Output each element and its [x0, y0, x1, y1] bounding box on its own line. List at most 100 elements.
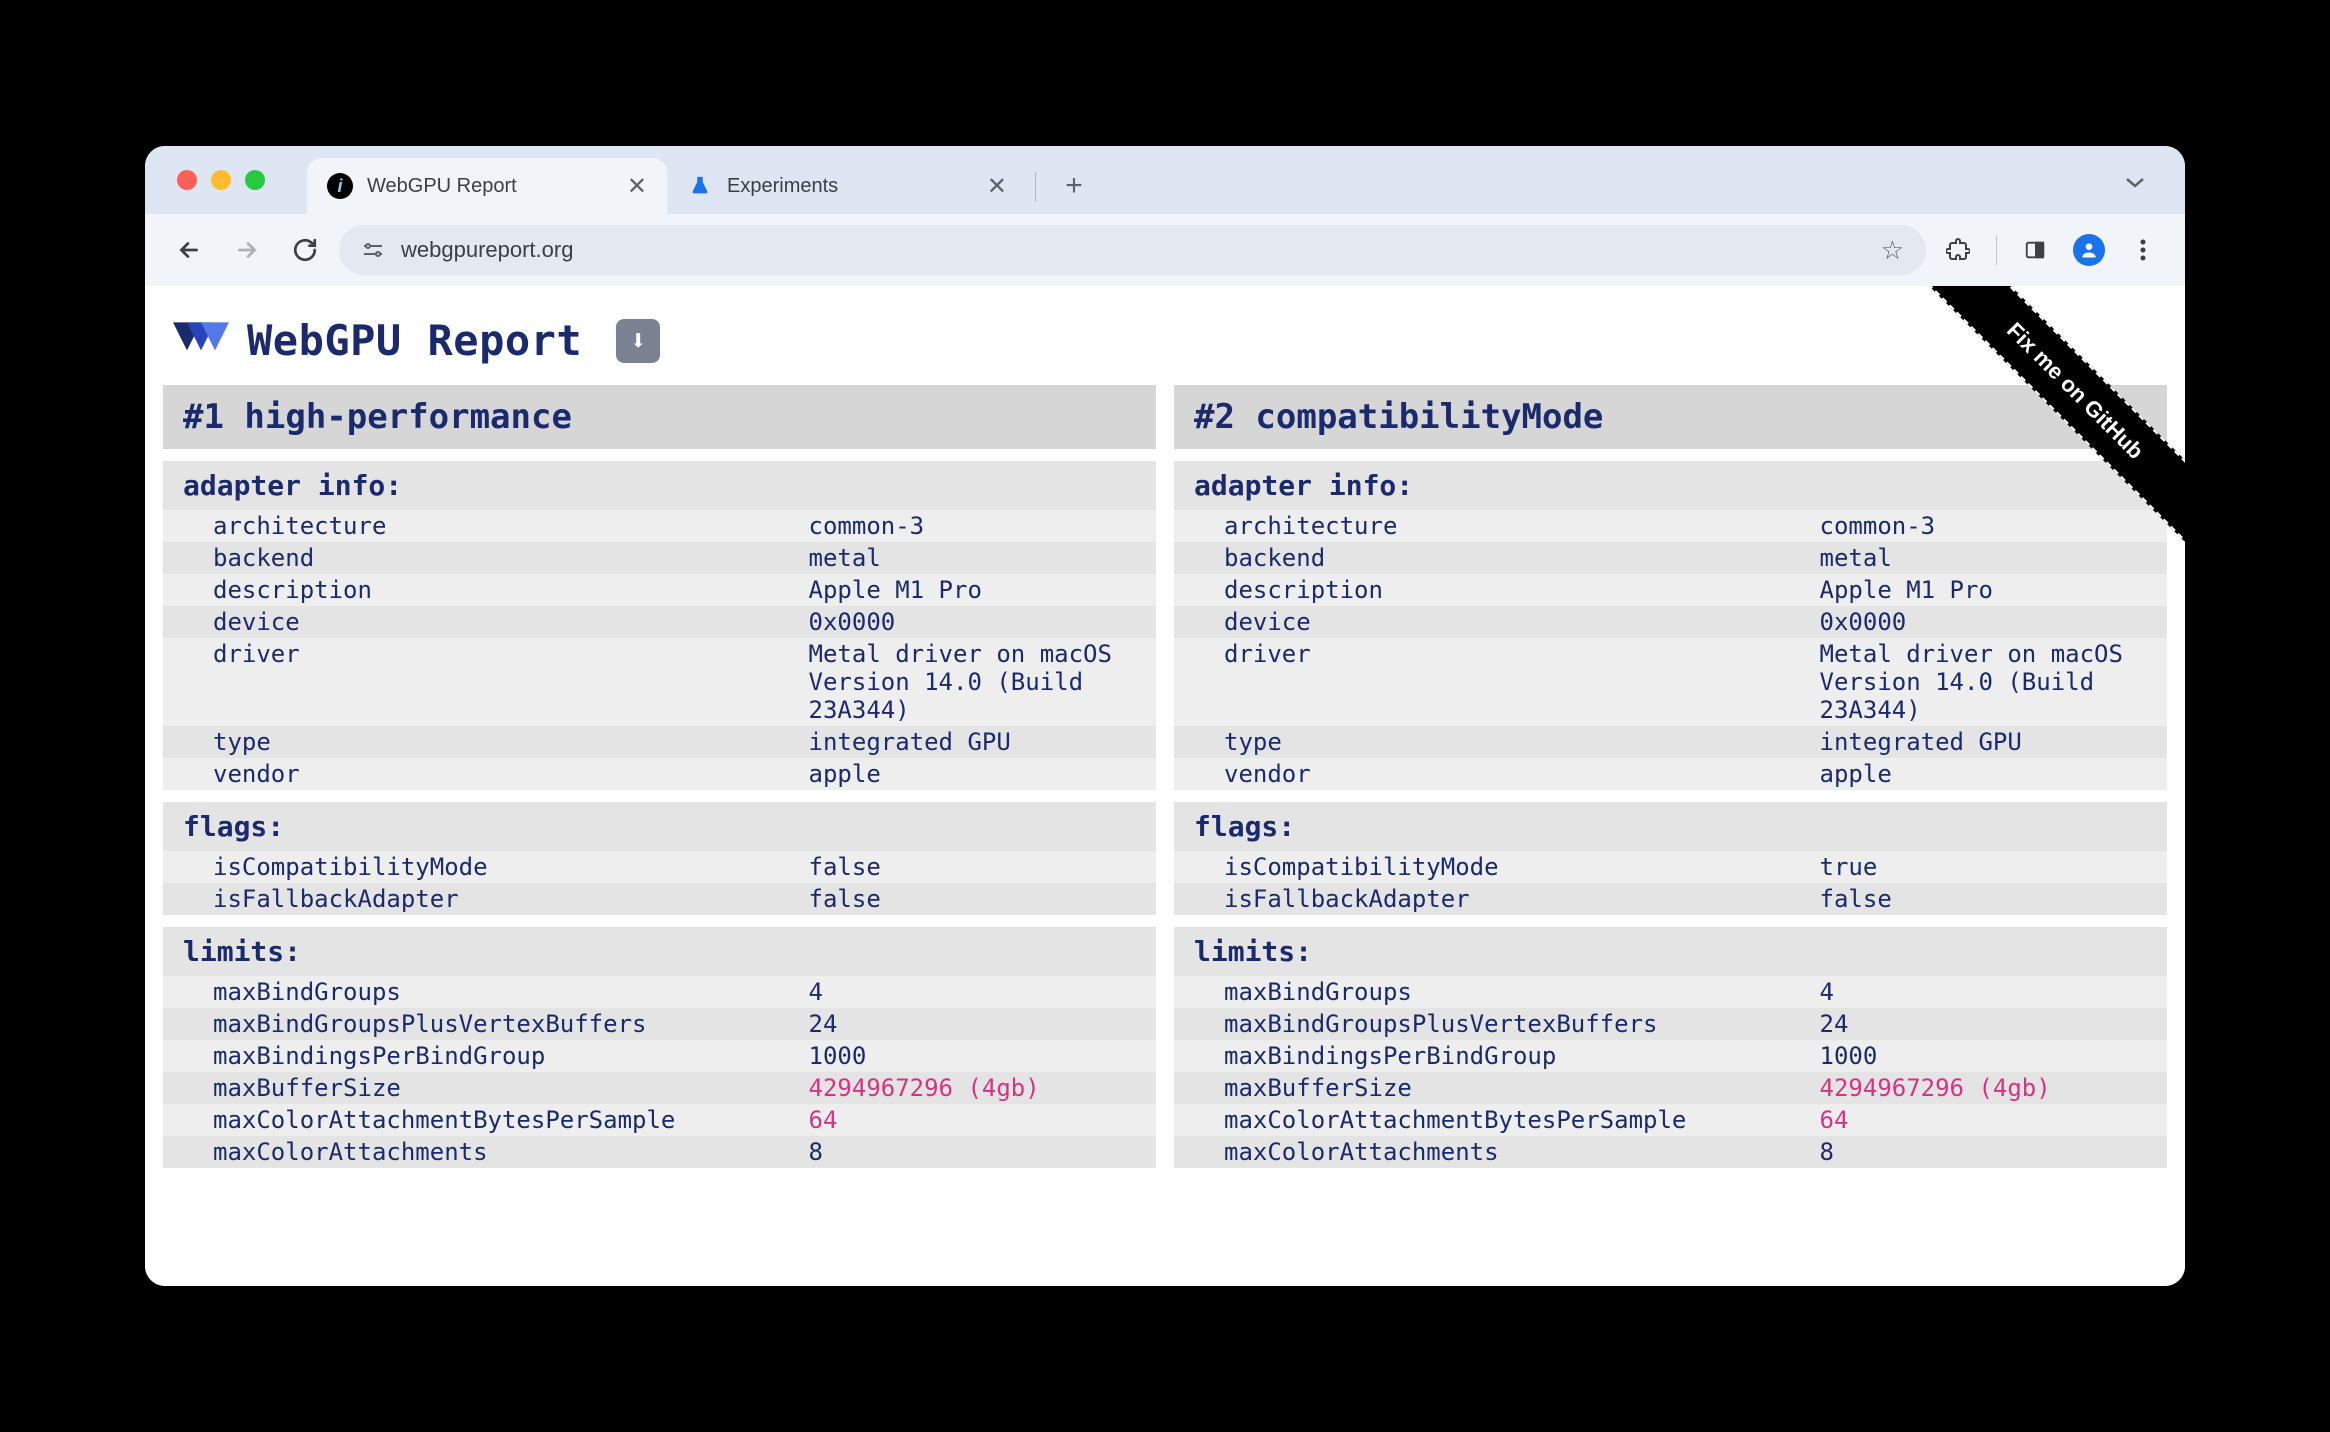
table-row: maxBindingsPerBindGroup1000	[1174, 1040, 2167, 1072]
row-value: integrated GPU	[799, 726, 1156, 758]
row-key: device	[163, 606, 799, 638]
table-row: maxBindGroupsPlusVertexBuffers24	[163, 1008, 1156, 1040]
row-value: 8	[1810, 1136, 2167, 1168]
section-header: adapter info:	[1174, 461, 2167, 510]
menu-button[interactable]	[2121, 228, 2165, 272]
tab-separator	[1035, 172, 1036, 202]
tab-bar: i WebGPU Report ✕ Experiments ✕ +	[145, 146, 2185, 214]
row-key: description	[1174, 574, 1810, 606]
row-value: metal	[1810, 542, 2167, 574]
row-key: maxColorAttachments	[163, 1136, 799, 1168]
close-window-button[interactable]	[177, 170, 197, 190]
row-key: architecture	[163, 510, 799, 542]
section-rows: maxBindGroups4maxBindGroupsPlusVertexBuf…	[163, 976, 1156, 1168]
row-key: maxColorAttachments	[1174, 1136, 1810, 1168]
row-value: 8	[799, 1136, 1156, 1168]
row-value: 1000	[799, 1040, 1156, 1072]
adapter-column: #1 high-performanceadapter info:architec…	[163, 385, 1156, 1168]
table-row: device0x0000	[1174, 606, 2167, 638]
new-tab-button[interactable]: +	[1052, 164, 1096, 208]
reload-button[interactable]	[281, 226, 329, 274]
row-value: 1000	[1810, 1040, 2167, 1072]
row-value: 4294967296 (4gb)	[1810, 1072, 2167, 1104]
table-row: typeintegrated GPU	[1174, 726, 2167, 758]
row-key: isFallbackAdapter	[1174, 883, 1810, 915]
row-key: maxBufferSize	[163, 1072, 799, 1104]
row-key: isCompatibilityMode	[163, 851, 799, 883]
row-value: apple	[799, 758, 1156, 790]
extensions-button[interactable]	[1936, 228, 1980, 272]
row-key: maxColorAttachmentBytesPerSample	[163, 1104, 799, 1136]
table-row: maxBindingsPerBindGroup1000	[163, 1040, 1156, 1072]
row-value: metal	[799, 542, 1156, 574]
row-value: common-3	[1810, 510, 2167, 542]
toolbar-separator	[1996, 235, 1997, 265]
side-panel-button[interactable]	[2013, 228, 2057, 272]
section-header: limits:	[163, 927, 1156, 976]
profile-avatar-icon	[2073, 234, 2105, 266]
row-value: Apple M1 Pro	[799, 574, 1156, 606]
download-button[interactable]: ⬇	[616, 319, 660, 363]
row-value: 4	[799, 976, 1156, 1008]
table-row: maxBindGroupsPlusVertexBuffers24	[1174, 1008, 2167, 1040]
row-value: 24	[1810, 1008, 2167, 1040]
row-key: maxBufferSize	[1174, 1072, 1810, 1104]
row-key: maxBindGroupsPlusVertexBuffers	[163, 1008, 799, 1040]
section-rows: maxBindGroups4maxBindGroupsPlusVertexBuf…	[1174, 976, 2167, 1168]
table-row: maxBufferSize4294967296 (4gb)	[163, 1072, 1156, 1104]
table-row: typeintegrated GPU	[163, 726, 1156, 758]
table-row: maxColorAttachments8	[163, 1136, 1156, 1168]
url-input[interactable]: webgpureport.org ☆	[339, 225, 1926, 275]
tab-experiments[interactable]: Experiments ✕	[667, 158, 1027, 214]
row-value: common-3	[799, 510, 1156, 542]
table-row: isCompatibilityModetrue	[1174, 851, 2167, 883]
row-key: isCompatibilityMode	[1174, 851, 1810, 883]
favicon-icon: i	[327, 173, 353, 199]
row-key: isFallbackAdapter	[163, 883, 799, 915]
row-key: maxBindGroups	[1174, 976, 1810, 1008]
adapters-grid: #1 high-performanceadapter info:architec…	[145, 385, 2185, 1168]
close-tab-button[interactable]: ✕	[627, 172, 647, 201]
row-value: 64	[1810, 1104, 2167, 1136]
adapter-header: #2 compatibilityMode	[1174, 385, 2167, 449]
section-header: flags:	[163, 802, 1156, 851]
row-value: 24	[799, 1008, 1156, 1040]
page-content: WebGPU Report ⬇ #1 high-performanceadapt…	[145, 286, 2185, 1286]
row-value: true	[1810, 851, 2167, 883]
row-value: false	[799, 883, 1156, 915]
table-row: backendmetal	[163, 542, 1156, 574]
table-row: driverMetal driver on macOS Version 14.0…	[163, 638, 1156, 726]
address-bar: webgpureport.org ☆	[145, 214, 2185, 286]
row-key: maxBindingsPerBindGroup	[1174, 1040, 1810, 1072]
section-header: limits:	[1174, 927, 2167, 976]
row-key: maxBindGroupsPlusVertexBuffers	[1174, 1008, 1810, 1040]
row-key: architecture	[1174, 510, 1810, 542]
section-header: adapter info:	[163, 461, 1156, 510]
section-rows: architecturecommon-3backendmetaldescript…	[163, 510, 1156, 790]
table-row: descriptionApple M1 Pro	[1174, 574, 2167, 606]
tab-webgpu-report[interactable]: i WebGPU Report ✕	[307, 158, 667, 214]
row-key: backend	[1174, 542, 1810, 574]
site-settings-icon[interactable]	[361, 238, 385, 262]
table-row: maxBufferSize4294967296 (4gb)	[1174, 1072, 2167, 1104]
back-button[interactable]	[165, 226, 213, 274]
tab-overflow-button[interactable]	[2113, 160, 2157, 204]
window-controls	[177, 170, 265, 190]
tab-title: Experiments	[727, 175, 838, 198]
row-value: false	[799, 851, 1156, 883]
tabs-container: i WebGPU Report ✕ Experiments ✕ +	[307, 146, 1096, 214]
maximize-window-button[interactable]	[245, 170, 265, 190]
bookmark-star-icon[interactable]: ☆	[1881, 235, 1904, 266]
row-key: maxBindingsPerBindGroup	[163, 1040, 799, 1072]
row-key: vendor	[1174, 758, 1810, 790]
row-key: device	[1174, 606, 1810, 638]
row-key: driver	[163, 638, 799, 726]
close-tab-button[interactable]: ✕	[987, 172, 1007, 201]
section-rows: isCompatibilityModefalseisFallbackAdapte…	[163, 851, 1156, 915]
row-value: Metal driver on macOS Version 14.0 (Buil…	[1810, 638, 2167, 726]
forward-button[interactable]	[223, 226, 271, 274]
table-row: architecturecommon-3	[1174, 510, 2167, 542]
adapter-column: #2 compatibilityMode adapter info:archite…	[1174, 385, 2167, 1168]
profile-button[interactable]	[2067, 228, 2111, 272]
minimize-window-button[interactable]	[211, 170, 231, 190]
